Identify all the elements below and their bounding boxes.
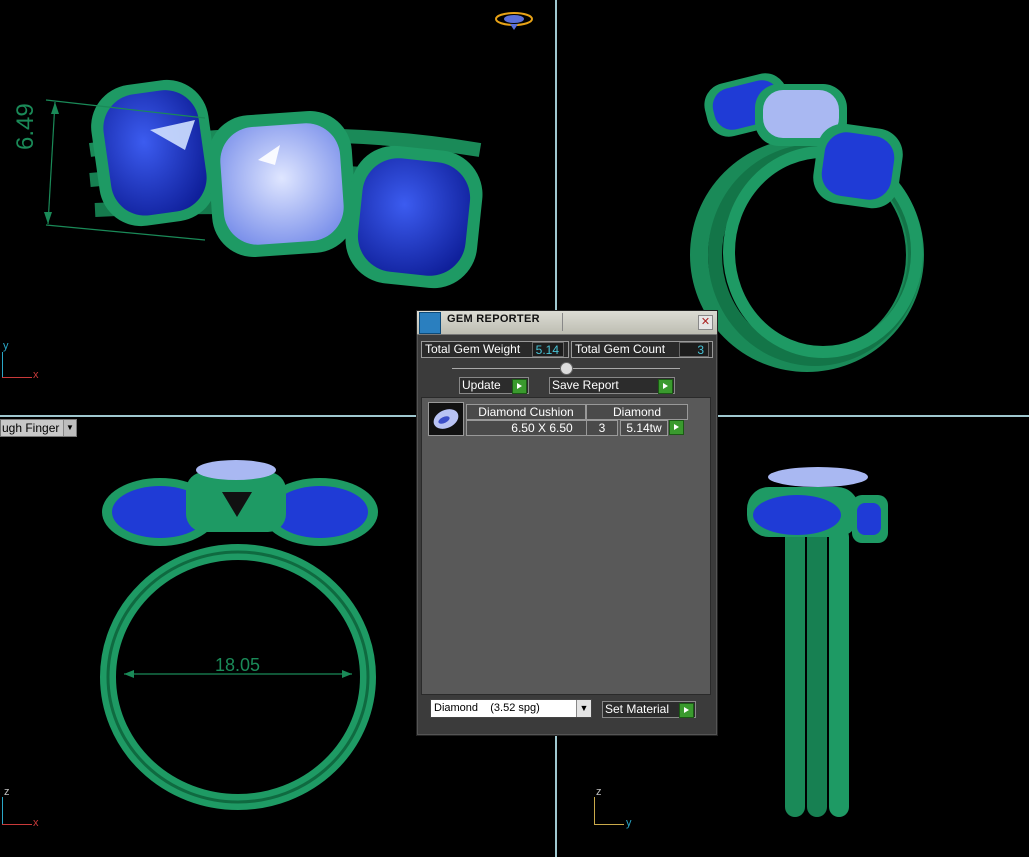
axis-y-label: y: [626, 817, 632, 829]
panel-title: GEM REPORTER: [447, 313, 540, 325]
dimension-label-height: 6.49: [12, 103, 39, 150]
update-button[interactable]: Update: [459, 377, 529, 394]
axis-z-line: [2, 797, 3, 825]
view-mode-label: ugh Finger: [2, 421, 60, 435]
gem-row-go-button[interactable]: [668, 420, 684, 435]
panel-slider-handle[interactable]: [560, 362, 573, 375]
total-weight-label: Total Gem Weight: [425, 342, 521, 356]
play-icon: [512, 379, 527, 394]
play-icon: [658, 379, 673, 394]
axis-x-label: x: [33, 369, 39, 381]
set-material-button-label: Set Material: [605, 702, 670, 716]
material-select-value: Diamond (3.52 spg): [434, 702, 540, 714]
panel-titlebar[interactable]: GEM REPORTER ✕: [417, 311, 717, 335]
gem-reporter-panel: GEM REPORTER ✕ Total Gem Weight 5.14 Tot…: [416, 310, 718, 736]
gem-reporter-icon: [419, 312, 441, 334]
close-icon[interactable]: ✕: [698, 315, 713, 330]
view-mode-dropdown[interactable]: ugh Finger ▼: [0, 419, 77, 437]
play-icon: [669, 420, 684, 435]
gem-weight: 5.14tw: [620, 420, 668, 436]
axis-z-line: [594, 797, 595, 825]
material-select[interactable]: Diamond (3.52 spg) ▼: [430, 699, 592, 718]
total-count-value: 3: [679, 342, 709, 357]
gem-cushion-icon: [428, 402, 464, 436]
gem-count: 3: [586, 420, 618, 436]
axis-x-label: x: [33, 817, 39, 829]
update-button-label: Update: [462, 378, 501, 392]
chevron-down-icon[interactable]: ▼: [63, 420, 76, 436]
chevron-down-icon[interactable]: ▼: [576, 700, 591, 717]
save-report-button[interactable]: Save Report: [549, 377, 675, 394]
gem-list[interactable]: Diamond Cushion Diamond 6.50 X 6.50 3 5.…: [421, 397, 711, 695]
view-compass-icon[interactable]: [494, 10, 534, 30]
set-material-button[interactable]: Set Material: [602, 701, 696, 718]
save-report-button-label: Save Report: [552, 378, 619, 392]
axis-z-label: z: [4, 786, 10, 798]
total-count-label: Total Gem Count: [575, 342, 666, 356]
axis-z-label: z: [596, 786, 602, 798]
title-separator: [562, 313, 563, 331]
dimension-label-diameter: 18.05: [215, 655, 261, 675]
axis-x-line: [2, 824, 32, 825]
total-weight-value: 5.14: [532, 342, 564, 357]
gem-name: Diamond Cushion: [466, 404, 586, 420]
axis-y-label: y: [3, 340, 9, 352]
axis-y-line: [2, 352, 3, 378]
axis-y-line: [594, 824, 624, 825]
axis-x-line: [2, 377, 32, 378]
play-icon: [679, 703, 694, 718]
gem-material: Diamond: [586, 404, 688, 420]
